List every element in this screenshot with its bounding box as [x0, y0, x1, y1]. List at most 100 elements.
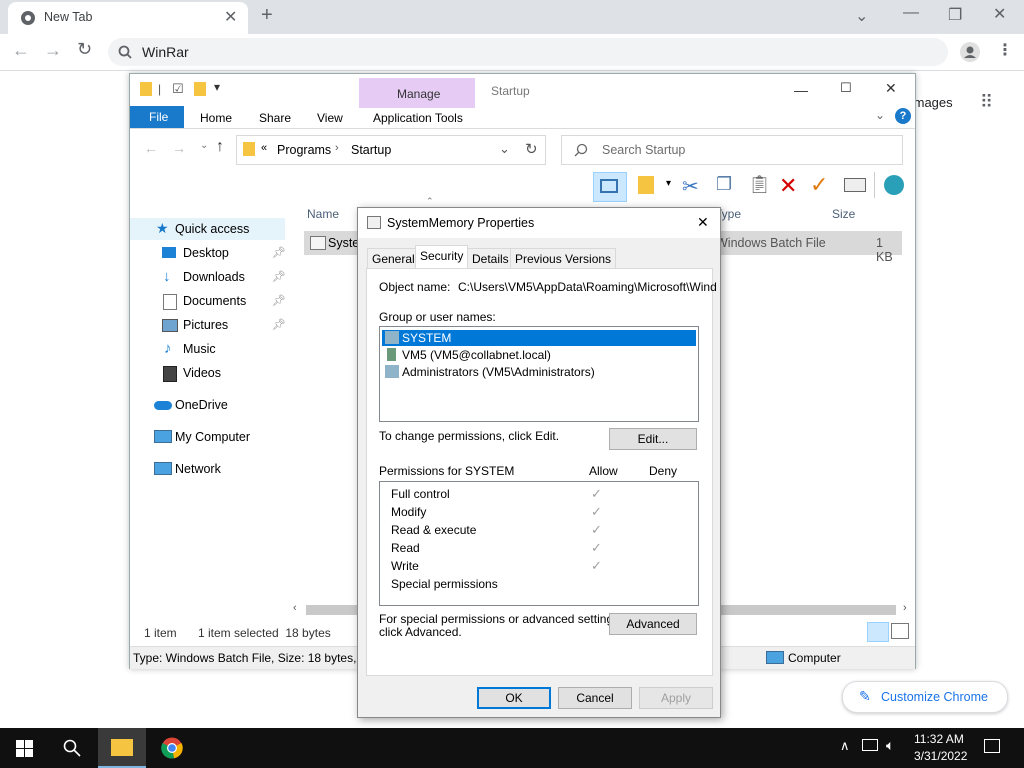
ribbon-collapse-icon[interactable]: ⌄	[875, 108, 885, 122]
explorer-minimize-button[interactable]: —	[794, 82, 808, 98]
list-item-administrators[interactable]: Administrators (VM5\Administrators)	[382, 364, 696, 380]
chrome-taskbar-icon[interactable]	[161, 737, 183, 759]
nav-back-icon[interactable]: ←	[144, 140, 158, 156]
perm-write: Write	[391, 559, 419, 573]
chrome-tab[interactable]: New Tab ✕	[8, 2, 248, 34]
address-bar-explorer[interactable]: « Programs › Startup ⌄ ↻	[236, 135, 546, 165]
globe-icon[interactable]	[884, 175, 904, 195]
share-tab[interactable]: Share	[259, 111, 291, 125]
cut-icon[interactable]: ✂	[682, 174, 699, 199]
breadcrumb-programs[interactable]: Programs	[277, 143, 331, 157]
preview-pane-icon	[600, 179, 618, 193]
explorer-close-button[interactable]: ✕	[885, 80, 897, 97]
rename-icon[interactable]	[844, 178, 866, 192]
apps-grid-icon[interactable]: ⠿	[980, 92, 993, 113]
sidebar-label-music: Music	[183, 342, 216, 356]
dialog-close-button[interactable]: ✕	[697, 214, 709, 231]
sidebar-label-downloads: Downloads	[183, 270, 245, 284]
nav-forward-icon[interactable]: →	[172, 140, 186, 156]
qat-dropdown-icon[interactable]: ▾	[214, 80, 220, 94]
sidebar-item-onedrive[interactable]: OneDrive	[130, 394, 285, 416]
details-view-button[interactable]	[867, 622, 889, 642]
edit-button[interactable]: Edit...	[609, 428, 697, 450]
images-link[interactable]: Images	[910, 95, 953, 110]
volume-icon[interactable]: 🔈︎	[886, 737, 894, 754]
windows-start-icon[interactable]	[16, 740, 33, 757]
taskbar-explorer-button[interactable]	[98, 728, 146, 768]
scroll-left-icon[interactable]: ‹	[293, 602, 297, 614]
clock-date[interactable]: 3/31/2022	[914, 749, 967, 763]
new-tab-button[interactable]: +	[261, 4, 273, 27]
list-item-vm5[interactable]: VM5 (VM5@collabnet.local)	[382, 347, 696, 363]
reload-icon[interactable]: ↻	[77, 39, 92, 60]
up-arrow-icon[interactable]: ↑	[216, 138, 224, 156]
view-tab[interactable]: View	[317, 111, 343, 125]
ok-button[interactable]: OK	[477, 687, 551, 709]
chrome-menu-icon[interactable]: ⋮	[997, 40, 1013, 60]
notification-icon[interactable]	[984, 739, 1000, 753]
new-folder-qat-icon[interactable]	[194, 82, 206, 96]
list-item-system[interactable]: SYSTEM	[382, 330, 696, 346]
refresh-icon[interactable]: ↻	[525, 140, 538, 158]
status-item-count: 1 item	[144, 626, 177, 640]
user-list[interactable]: SYSTEM VM5 (VM5@collabnet.local) Adminis…	[379, 326, 699, 422]
sidebar-item-videos[interactable]: Videos	[130, 362, 285, 384]
network-tray-icon[interactable]	[862, 739, 878, 751]
cancel-button[interactable]: Cancel	[558, 687, 632, 709]
copy-icon[interactable]: ❐	[716, 174, 732, 195]
apply-button[interactable]: Apply	[639, 687, 713, 709]
perm-modify: Modify	[391, 505, 427, 519]
qat-separator: |	[158, 82, 162, 96]
breadcrumb-overflow-icon[interactable]: «	[261, 142, 267, 154]
home-tab[interactable]: Home	[200, 111, 232, 125]
taskbar-search-icon[interactable]	[63, 739, 81, 757]
column-header-size[interactable]: Size	[832, 207, 855, 221]
new-item-dropdown-icon[interactable]: ▾	[666, 178, 671, 189]
tab-details[interactable]: Details	[467, 248, 514, 269]
chrome-minimize-button[interactable]: —	[903, 4, 919, 22]
checkmark-icon[interactable]: ✓	[810, 172, 828, 198]
perm-read: Read	[391, 541, 420, 555]
tab-close-icon[interactable]: ✕	[224, 7, 237, 27]
tab-previous-versions[interactable]: Previous Versions	[510, 248, 617, 269]
search-box[interactable]: Search Startup	[561, 135, 903, 165]
chrome-restore-button[interactable]: ❐	[948, 5, 962, 25]
sidebar-item-desktop[interactable]: Desktop 📌︎	[130, 242, 286, 264]
tab-security[interactable]: Security	[415, 245, 469, 269]
sidebar-item-network[interactable]: Network	[130, 458, 285, 480]
sidebar-item-pictures[interactable]: Pictures 📌︎	[130, 314, 286, 336]
profile-icon[interactable]	[960, 42, 980, 62]
sidebar-item-documents[interactable]: Documents 📌︎	[130, 290, 286, 312]
tray-chevron-icon[interactable]: ∧	[840, 738, 850, 754]
recent-locations-icon[interactable]: ⌄	[200, 140, 208, 151]
file-tab[interactable]: File	[130, 106, 184, 128]
breadcrumb-startup[interactable]: Startup	[351, 143, 391, 157]
address-dropdown-icon[interactable]: ⌄	[499, 141, 510, 157]
sidebar-item-quick-access[interactable]: ★ Quick access	[130, 218, 285, 240]
large-icons-view-button[interactable]	[891, 623, 909, 639]
new-item-icon[interactable]	[638, 176, 654, 194]
scroll-right-icon[interactable]: ›	[903, 602, 907, 614]
properties-qat-icon[interactable]: ☑	[172, 81, 184, 97]
address-bar[interactable]: WinRar	[108, 38, 948, 66]
advanced-button[interactable]: Advanced	[609, 613, 697, 635]
sidebar-item-downloads[interactable]: ↓ Downloads 📌︎	[130, 266, 286, 288]
permissions-for-label: Permissions for SYSTEM	[379, 464, 515, 478]
help-icon[interactable]: ?	[895, 108, 911, 124]
sidebar-item-music[interactable]: ♪ Music	[130, 338, 285, 360]
explorer-maximize-button[interactable]: ☐	[840, 80, 852, 96]
forward-arrow-icon[interactable]: →	[44, 40, 62, 61]
customize-chrome-button[interactable]: ✎ Customize Chrome	[842, 681, 1008, 713]
clock-time[interactable]: 11:32 AM	[914, 732, 964, 746]
minimize-icon[interactable]: ⌄	[855, 6, 868, 26]
application-tools-tab[interactable]: Application Tools	[373, 111, 463, 125]
tab-general[interactable]: General	[367, 248, 420, 269]
column-header-name[interactable]: Name	[307, 207, 339, 221]
back-arrow-icon[interactable]: ←	[12, 40, 30, 61]
sidebar-item-my-computer[interactable]: My Computer	[130, 426, 285, 448]
paste-icon[interactable]: 📋︎	[748, 174, 771, 195]
chrome-close-button[interactable]: ✕	[993, 4, 1006, 24]
preview-pane-button[interactable]	[593, 172, 627, 202]
sidebar-label-network: Network	[175, 462, 221, 476]
delete-icon[interactable]: ✕	[779, 173, 797, 199]
